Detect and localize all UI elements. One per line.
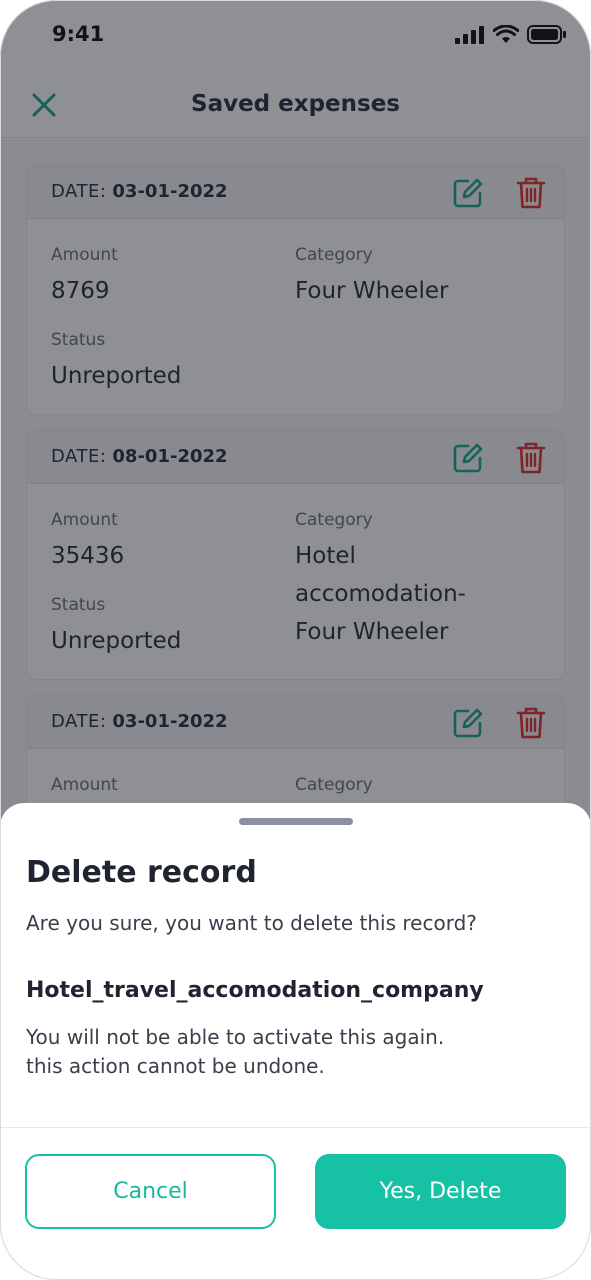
warning-line: this action cannot be undone. <box>26 1054 325 1078</box>
sheet-title: Delete record <box>26 855 257 890</box>
confirm-delete-button[interactable]: Yes, Delete <box>315 1154 566 1229</box>
confirm-question: Are you sure, you want to delete this re… <box>26 911 477 935</box>
sheet-drag-handle[interactable] <box>239 818 353 825</box>
delete-bottom-sheet: Delete record Are you sure, you want to … <box>0 803 591 1280</box>
divider <box>0 1127 591 1128</box>
warning-text: You will not be able to activate this ag… <box>26 1023 546 1081</box>
cancel-button[interactable]: Cancel <box>25 1154 276 1229</box>
phone-screen: 9:41 Saved expenses DATE: 03-01-2022 Amo… <box>0 0 591 1280</box>
warning-line: You will not be able to activate this ag… <box>26 1025 445 1049</box>
record-name: Hotel_travel_accomodation_company <box>26 978 484 1003</box>
